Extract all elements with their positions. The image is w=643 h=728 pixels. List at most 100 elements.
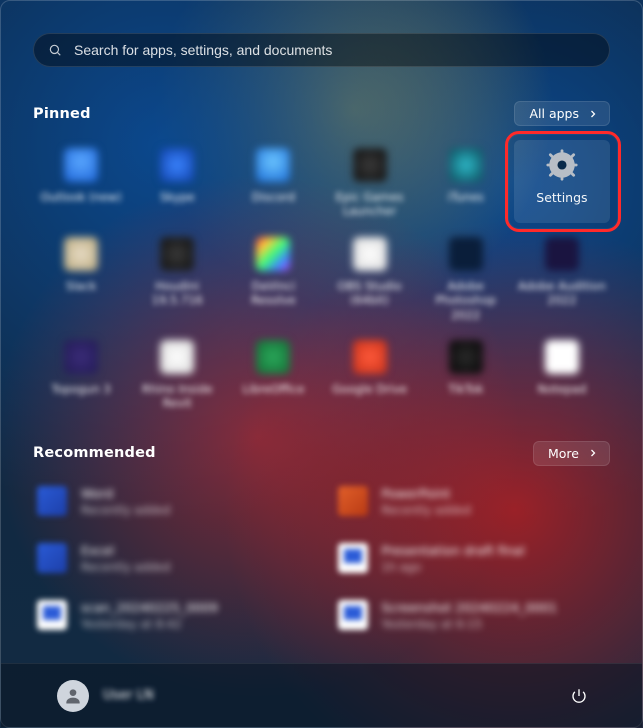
pinned-app[interactable]: Topogun 3 — [33, 332, 129, 415]
recommended-item[interactable]: Excel Recently added — [33, 539, 310, 578]
pinned-app[interactable]: OBS Studio (64bit) — [321, 229, 417, 326]
more-label: More — [548, 446, 579, 461]
recommended-heading: Recommended — [33, 445, 156, 461]
recommended-item[interactable]: Screenshot 20240224_0001 Yesterday at 6:1… — [334, 596, 611, 635]
person-icon — [63, 686, 83, 706]
search-input[interactable] — [74, 42, 595, 58]
app-label: Discord — [252, 190, 295, 204]
power-button[interactable] — [562, 679, 596, 713]
file-icon — [37, 600, 67, 630]
app-icon — [449, 237, 483, 271]
app-label: DaVinci Resolve — [228, 279, 318, 308]
gear-icon — [545, 148, 579, 182]
recommended-item[interactable]: PowerPointRecently added — [334, 482, 611, 521]
pinned-app[interactable]: LibreOffice — [225, 332, 321, 415]
user-account-button[interactable]: User LN — [47, 674, 164, 718]
app-icon — [160, 148, 194, 182]
recommended-item[interactable]: Word Recently added — [33, 482, 310, 521]
app-label: LibreOffice — [242, 382, 304, 396]
app-icon — [160, 340, 194, 374]
pinned-grid: Outlook (new) Skype Discord Epic Games Laun… — [33, 140, 610, 415]
search-box[interactable] — [33, 33, 610, 67]
start-menu-panel: Pinned All apps Outlook (new) Skype Discor… — [1, 1, 642, 727]
chevron-right-icon — [587, 108, 599, 120]
app-icon — [353, 237, 387, 271]
pinned-header: Pinned All apps — [33, 101, 610, 126]
recommended-subtitle: Recently added — [81, 503, 170, 517]
pinned-app[interactable]: TikTok — [418, 332, 514, 415]
app-icon — [256, 237, 290, 271]
all-apps-button[interactable]: All apps — [514, 101, 610, 126]
recommended-title: PowerPoint — [382, 486, 471, 501]
app-icon — [545, 340, 579, 374]
pinned-app[interactable]: Rhino Inside Revit — [129, 332, 225, 415]
recommended-item[interactable]: scan_20240225_0009Yesterday at 8:42 — [33, 596, 310, 635]
pinned-app[interactable]: Houdini 19.5.716 — [129, 229, 225, 326]
recommended-title: scan_20240225_0009 — [81, 600, 218, 615]
app-label: Adobe Audition 2022 — [517, 279, 607, 308]
recommended-subtitle: Recently added — [81, 560, 170, 574]
app-label: Settings — [536, 190, 587, 206]
recommended-grid: WordRecently addedPowerPointRecently add… — [33, 482, 610, 635]
app-icon — [256, 148, 290, 182]
pinned-app[interactable]: Adobe Audition 2022 — [514, 229, 610, 326]
app-label: Skype — [160, 190, 195, 204]
pinned-app[interactable]: Outlook (new) — [33, 140, 129, 223]
app-icon — [449, 148, 483, 182]
app-label: Adobe Photoshop 2022 — [421, 279, 511, 322]
pinned-app[interactable]: Skype — [129, 140, 225, 223]
power-icon — [570, 687, 588, 705]
pinned-app[interactable]: Adobe Photoshop 2022 — [418, 229, 514, 326]
pinned-app[interactable]: Slack — [33, 229, 129, 326]
start-footer: User LN — [1, 663, 642, 727]
file-icon — [338, 486, 368, 516]
app-label: Outlook (new) — [40, 190, 121, 204]
app-label: Notepad — [537, 382, 586, 396]
app-icon — [64, 237, 98, 271]
app-label: Google Drive — [332, 382, 407, 396]
recommended-item[interactable]: Presentation draft final 1h ago — [334, 539, 611, 578]
recommended-title: Word — [81, 486, 170, 501]
app-icon — [64, 148, 98, 182]
pinned-app[interactable]: Epic Games Launcher — [321, 140, 417, 223]
pinned-heading: Pinned — [33, 106, 91, 122]
app-icon — [160, 237, 194, 271]
app-label: Epic Games Launcher — [325, 190, 415, 219]
app-icon — [64, 340, 98, 374]
recommended-text: Word Recently added — [81, 486, 170, 517]
recommended-title: Presentation draft final — [382, 543, 525, 558]
recommended-subtitle: 1h ago — [382, 560, 525, 574]
app-label: OBS Studio (64bit) — [325, 279, 415, 308]
app-icon — [353, 148, 387, 182]
pinned-app[interactable]: iTunes — [418, 140, 514, 223]
user-name: User LN — [103, 688, 154, 703]
search-icon — [48, 43, 62, 57]
app-label: Houdini 19.5.716 — [132, 279, 222, 308]
pinned-app[interactable]: Discord — [225, 140, 321, 223]
file-icon — [37, 543, 67, 573]
more-button[interactable]: More — [533, 441, 610, 466]
app-icon — [449, 340, 483, 374]
app-label: iTunes — [448, 190, 484, 204]
recommended-title: Excel — [81, 543, 170, 558]
app-icon — [545, 237, 579, 271]
app-label: Rhino Inside Revit — [132, 382, 222, 411]
recommended-subtitle: Yesterday at 6:15 — [382, 617, 558, 631]
recommended-header: Recommended More — [33, 441, 610, 466]
file-icon — [37, 486, 67, 516]
recommended-text: Presentation draft final 1h ago — [382, 543, 525, 574]
settings-app[interactable]: Settings — [514, 140, 610, 223]
all-apps-label: All apps — [529, 106, 579, 121]
pinned-app[interactable]: Notepad — [514, 332, 610, 415]
app-label: Slack — [66, 279, 97, 293]
avatar — [57, 680, 89, 712]
chevron-right-icon — [587, 447, 599, 459]
pinned-app[interactable]: DaVinci Resolve — [225, 229, 321, 326]
recommended-text: PowerPointRecently added — [382, 486, 471, 517]
file-icon — [338, 600, 368, 630]
recommended-text: Screenshot 20240224_0001 Yesterday at 6:1… — [382, 600, 558, 631]
app-label: Topogun 3 — [51, 382, 110, 396]
pinned-app[interactable]: Google Drive — [321, 332, 417, 415]
app-label: TikTok — [448, 382, 483, 396]
recommended-title: Screenshot 20240224_0001 — [382, 600, 558, 615]
